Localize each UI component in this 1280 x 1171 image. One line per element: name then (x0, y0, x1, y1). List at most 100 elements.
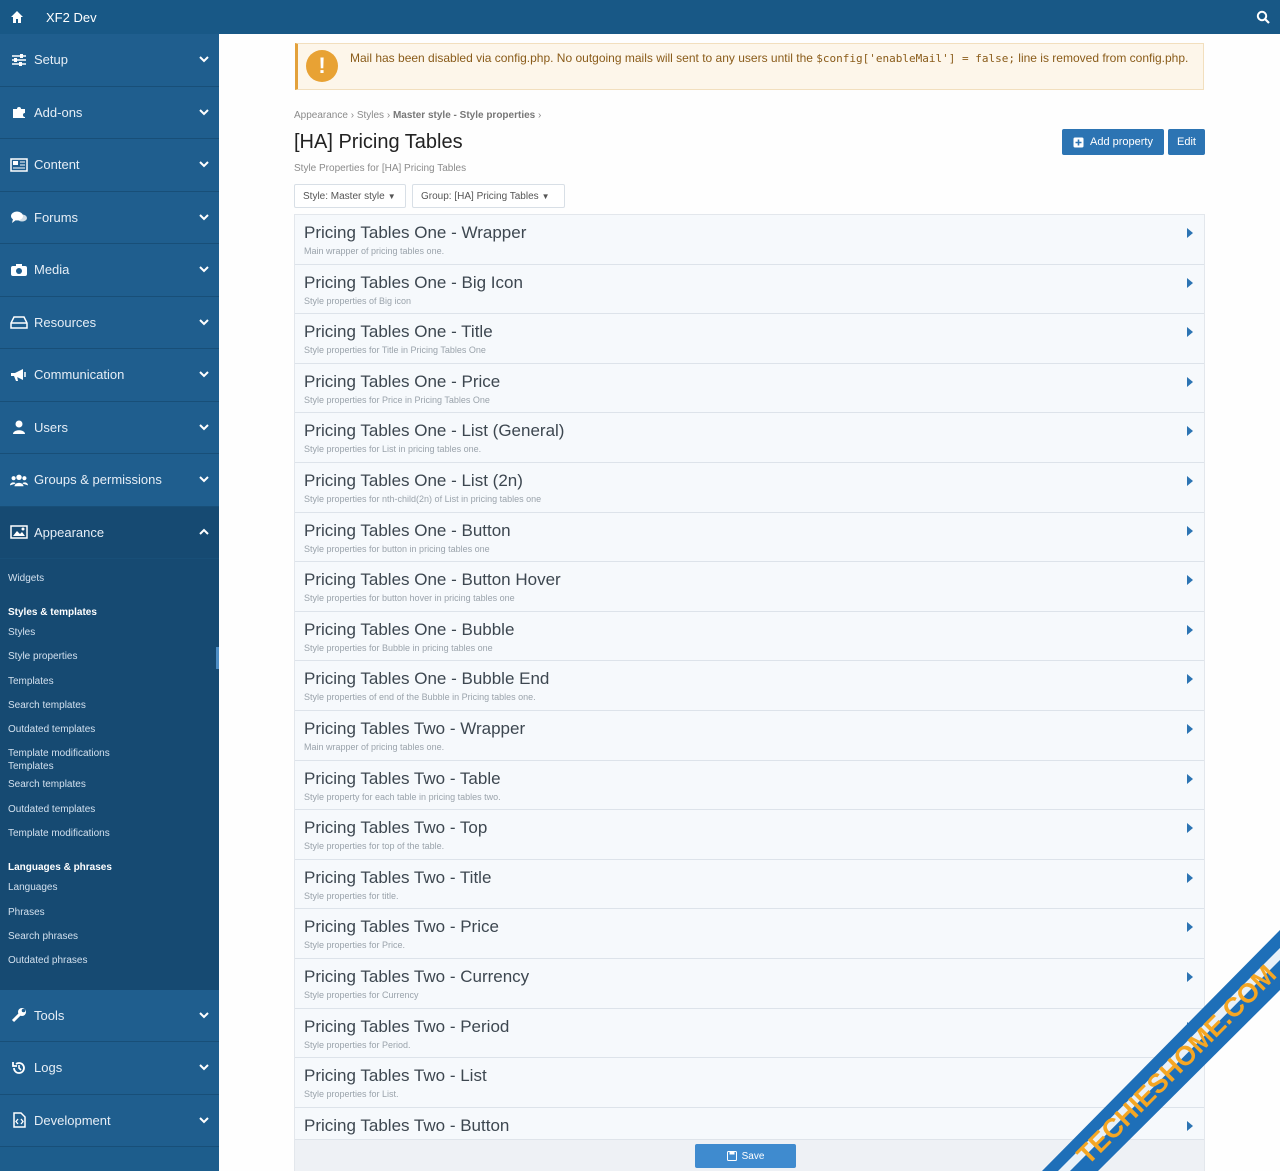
style-property-title[interactable]: Pricing Tables Two - Title (304, 868, 491, 888)
style-property-title[interactable]: Pricing Tables Two - Wrapper (304, 719, 525, 739)
style-filter[interactable]: Style: Master style ▼ (294, 184, 406, 208)
style-property-title[interactable]: Pricing Tables One - Price (304, 372, 500, 392)
style-property-row[interactable]: Pricing Tables One - List (General) Style… (295, 413, 1204, 463)
sidebar-item-media[interactable]: Media (0, 244, 219, 297)
sidebar-link-phrases[interactable]: Phrases (0, 901, 219, 925)
style-property-row[interactable]: Pricing Tables One - Big Icon Style prope… (295, 264, 1204, 315)
caret-right-icon[interactable] (1186, 673, 1194, 685)
style-property-title[interactable]: Pricing Tables One - Button (304, 521, 511, 541)
sidebar-link-style-properties[interactable]: Style properties (0, 645, 219, 670)
sidebar-item-development[interactable]: Development (0, 1094, 219, 1148)
style-property-title[interactable]: Pricing Tables Two - Price (304, 917, 499, 937)
edit-button[interactable]: Edit (1168, 129, 1205, 155)
style-property-title[interactable]: Pricing Tables Two - List (304, 1066, 487, 1086)
style-property-row[interactable]: Pricing Tables Two - Wrapper Main wrapper… (295, 710, 1204, 761)
breadcrumb-styles[interactable]: Styles (357, 110, 384, 121)
style-property-row[interactable]: Pricing Tables One - Wrapper Main wrapper… (295, 215, 1204, 265)
style-property-row[interactable]: Pricing Tables One - Bubble End Style pro… (295, 661, 1204, 711)
sidebar-item-forums[interactable]: Forums (0, 191, 219, 244)
style-property-row[interactable]: Pricing Tables Two - Period Style propert… (295, 1008, 1204, 1059)
page-description: Style Properties for [HA] Pricing Tables (294, 163, 467, 174)
caret-right-icon[interactable] (1186, 326, 1194, 338)
style-property-row[interactable]: Pricing Tables One - List (2n) Style prop… (295, 462, 1204, 513)
home-icon[interactable] (10, 10, 24, 24)
sidebar-link-search-templates[interactable]: Search templates (0, 694, 219, 718)
sidebar-link-templates[interactable]: Templates (0, 670, 219, 694)
style-property-row[interactable]: Pricing Tables Two - Price Style properti… (295, 909, 1204, 959)
sidebar-link-languages[interactable]: Languages (0, 876, 219, 900)
add-property-button[interactable]: Add property (1062, 129, 1164, 155)
style-property-description: Style properties for Bubble in pricing t… (304, 642, 493, 653)
style-property-title[interactable]: Pricing Tables Two - Period (304, 1017, 509, 1037)
caret-right-icon[interactable] (1186, 773, 1194, 785)
sidebar-item-users[interactable]: Users (0, 401, 219, 454)
sidebar-item-groups-permissions[interactable]: Groups & permissions (0, 454, 219, 507)
search-icon[interactable] (1256, 10, 1270, 24)
style-property-title[interactable]: Pricing Tables One - List (General) (304, 421, 564, 441)
notice-message: Mail has been disabled via config.php. N… (350, 51, 1189, 65)
style-property-title[interactable]: Pricing Tables One - List (2n) (304, 471, 523, 491)
site-title[interactable]: XF2 Dev (46, 10, 97, 25)
style-property-row[interactable]: Pricing Tables Two - Top Style properties… (295, 810, 1204, 860)
caret-right-icon[interactable] (1186, 1120, 1194, 1132)
style-property-title[interactable]: Pricing Tables One - Big Icon (304, 273, 523, 293)
sidebar-item-content[interactable]: Content (0, 139, 219, 192)
sidebar-item-resources[interactable]: Resources (0, 296, 219, 349)
style-property-row[interactable]: Pricing Tables One - Title Style properti… (295, 314, 1204, 364)
caret-right-icon[interactable] (1186, 425, 1194, 437)
caret-right-icon[interactable] (1186, 1070, 1194, 1082)
sidebar-item-setup[interactable]: Setup (0, 34, 219, 87)
caret-right-icon[interactable] (1186, 971, 1194, 983)
caret-right-icon[interactable] (1186, 277, 1194, 289)
style-property-title[interactable]: Pricing Tables One - Wrapper (304, 223, 526, 243)
caret-right-icon[interactable] (1186, 921, 1194, 933)
sidebar-item-label: Content (34, 157, 80, 173)
sidebar-item-tools[interactable]: Tools (0, 989, 219, 1043)
breadcrumb-appearance[interactable]: Appearance (294, 110, 348, 121)
style-property-title[interactable]: Pricing Tables One - Bubble End (304, 669, 549, 689)
style-property-row[interactable]: Pricing Tables Two - Title Style properti… (295, 859, 1204, 910)
caret-right-icon[interactable] (1186, 723, 1194, 735)
caret-right-icon[interactable] (1186, 475, 1194, 487)
caret-right-icon[interactable] (1186, 525, 1194, 537)
style-property-title[interactable]: Pricing Tables One - Title (304, 322, 493, 342)
sidebar-item-communication[interactable]: Communication (0, 349, 219, 402)
sidebar-item-logs[interactable]: Logs (0, 1042, 219, 1095)
style-property-title[interactable]: Pricing Tables One - Button Hover (304, 570, 561, 590)
sidebar-link-widgets[interactable]: Widgets (0, 567, 219, 591)
caret-right-icon[interactable] (1186, 227, 1194, 239)
style-property-row[interactable]: Pricing Tables One - Button Style propert… (295, 512, 1204, 563)
style-property-row[interactable]: Pricing Tables Two - Currency Style prope… (295, 958, 1204, 1009)
caret-right-icon[interactable] (1186, 1021, 1194, 1033)
style-property-title[interactable]: Pricing Tables Two - Button (304, 1116, 509, 1136)
sidebar-item-appearance[interactable]: Appearance (0, 506, 219, 559)
caret-right-icon[interactable] (1186, 822, 1194, 834)
chevron-down-icon (199, 371, 209, 378)
style-property-title[interactable]: Pricing Tables Two - Top (304, 818, 487, 838)
caret-right-icon[interactable] (1186, 624, 1194, 636)
style-property-row[interactable]: Pricing Tables One - Price Style properti… (295, 363, 1204, 414)
style-property-title[interactable]: Pricing Tables Two - Currency (304, 967, 529, 987)
sidebar-link-outdated-phrases[interactable]: Outdated phrases (0, 949, 219, 973)
style-property-row[interactable]: Pricing Tables One - Button Hover Style p… (295, 562, 1204, 612)
caret-right-icon[interactable] (1186, 872, 1194, 884)
style-property-row[interactable]: Pricing Tables Two - Table Style property… (295, 760, 1204, 811)
sidebar-link-template-modifications-templates[interactable]: Template modifications Templates (0, 742, 120, 773)
save-button[interactable]: Save (695, 1144, 796, 1168)
sidebar-item-add-ons[interactable]: Add-ons (0, 86, 219, 139)
chevron-down-icon (199, 1064, 209, 1071)
sidebar-link-template-modifications[interactable]: Template modifications (0, 822, 219, 846)
sidebar-link-styles[interactable]: Styles (0, 621, 219, 645)
style-property-row[interactable]: Pricing Tables One - Bubble Style propert… (295, 611, 1204, 662)
breadcrumb-master-style[interactable]: Master style - Style properties (393, 110, 535, 121)
sidebar-link-search-templates[interactable]: Search templates (0, 773, 219, 797)
caret-right-icon[interactable] (1186, 574, 1194, 586)
style-property-title[interactable]: Pricing Tables Two - Table (304, 769, 501, 789)
caret-right-icon[interactable] (1186, 376, 1194, 388)
sidebar-link-search-phrases[interactable]: Search phrases (0, 925, 219, 949)
sidebar-link-outdated-templates[interactable]: Outdated templates (0, 798, 219, 822)
group-filter[interactable]: Group: [HA] Pricing Tables ▼ (412, 184, 565, 208)
sidebar-link-outdated-templates[interactable]: Outdated templates (0, 718, 219, 742)
style-property-row[interactable]: Pricing Tables Two - List Style propertie… (295, 1058, 1204, 1108)
style-property-title[interactable]: Pricing Tables One - Bubble (304, 620, 514, 640)
